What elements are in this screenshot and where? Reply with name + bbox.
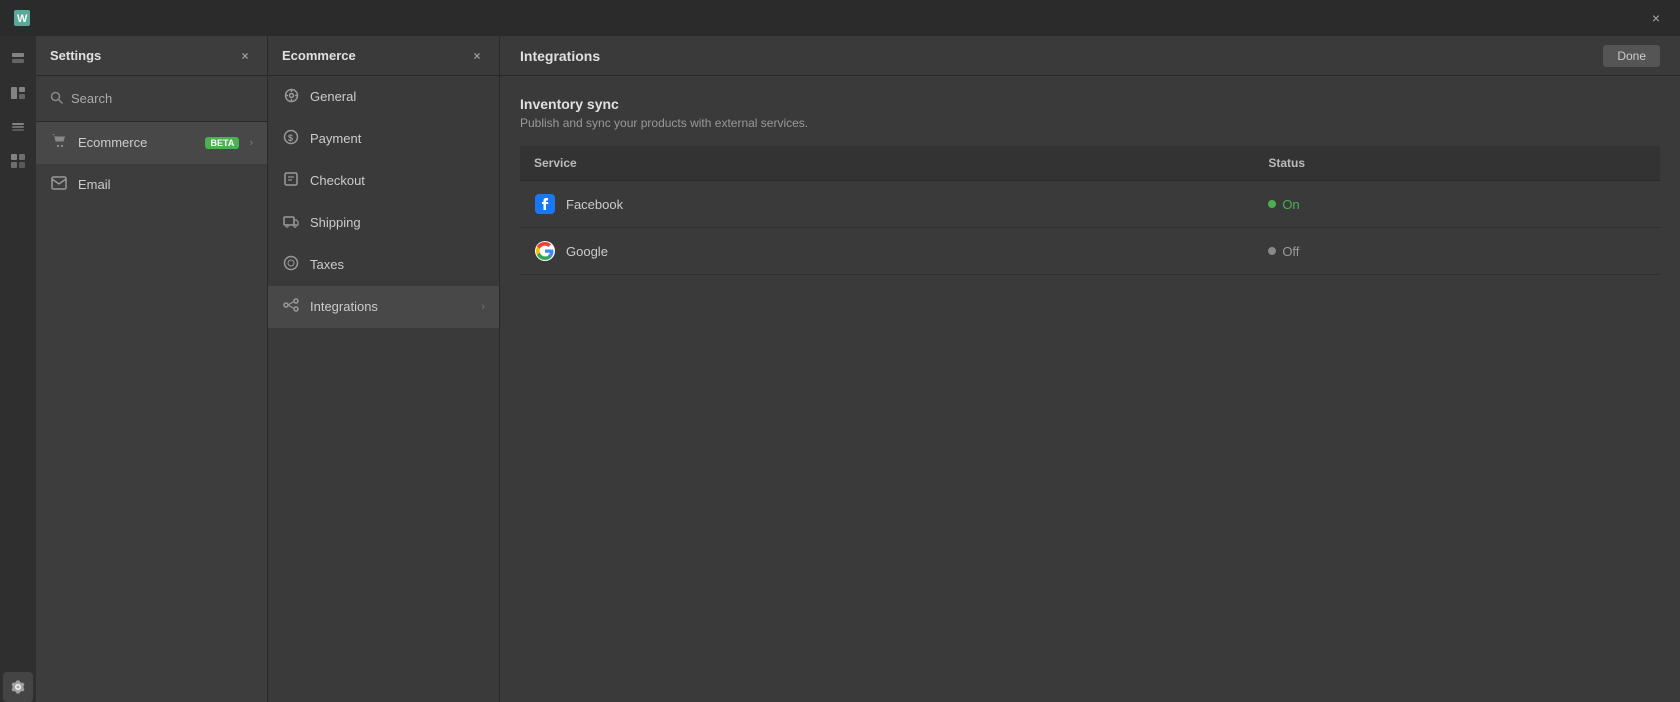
nav-item-general[interactable]: General	[268, 76, 499, 118]
sidebar-item-sections[interactable]	[3, 78, 33, 108]
google-service-cell: Google	[520, 228, 1254, 275]
content-body: Inventory sync Publish and sync your pro…	[500, 76, 1680, 702]
svg-text:$: $	[288, 133, 293, 143]
nav-item-integrations[interactable]: Integrations ›	[268, 286, 499, 328]
table-row[interactable]: Google Off	[520, 228, 1660, 275]
general-label: General	[310, 89, 485, 104]
main-layout: Settings × Search Ecommerce	[0, 36, 1680, 702]
settings-panel-close[interactable]: ×	[237, 48, 253, 64]
sidebar-item-layers[interactable]	[3, 112, 33, 142]
facebook-icon	[534, 193, 556, 215]
checkout-icon	[282, 171, 300, 190]
ecommerce-panel-header: Ecommerce ×	[268, 36, 499, 76]
done-button[interactable]: Done	[1603, 45, 1660, 67]
google-status-label: Off	[1282, 244, 1299, 259]
nav-item-checkout[interactable]: Checkout	[268, 160, 499, 202]
settings-panel: Settings × Search Ecommerce	[36, 36, 268, 702]
facebook-label: Facebook	[566, 197, 623, 212]
general-icon	[282, 88, 300, 106]
window-close-button[interactable]: ×	[1644, 6, 1668, 30]
nav-item-email[interactable]: Email	[36, 164, 267, 206]
ecommerce-panel: Ecommerce × General $	[268, 36, 500, 702]
title-bar: W ×	[0, 0, 1680, 36]
ecommerce-chevron: ›	[249, 137, 253, 149]
section-subtitle: Publish and sync your products with exte…	[520, 116, 1660, 130]
integrations-icon	[282, 297, 300, 316]
payment-icon: $	[282, 129, 300, 148]
sidebar-item-components[interactable]	[3, 146, 33, 176]
icon-sidebar	[0, 36, 36, 702]
integrations-chevron: ›	[481, 301, 485, 313]
shipping-label: Shipping	[310, 215, 485, 230]
main-content: Integrations Done Inventory sync Publish…	[500, 36, 1680, 702]
google-icon	[534, 240, 556, 262]
table-header-row: Service Status	[520, 146, 1660, 181]
sidebar-item-pages[interactable]	[3, 44, 33, 74]
ecommerce-panel-title: Ecommerce	[282, 48, 356, 63]
nav-item-ecommerce[interactable]: Ecommerce BETA ›	[36, 122, 267, 164]
google-status-dot	[1268, 247, 1276, 255]
google-label: Google	[566, 244, 608, 259]
status-column-header: Status	[1254, 146, 1660, 181]
search-icon	[50, 91, 63, 107]
google-status-cell: Off	[1254, 228, 1660, 275]
taxes-label: Taxes	[310, 257, 485, 272]
settings-panel-header: Settings ×	[36, 36, 267, 76]
svg-text:W: W	[17, 13, 28, 25]
facebook-status-dot	[1268, 200, 1276, 208]
content-header: Integrations Done	[500, 36, 1680, 76]
ecommerce-panel-close[interactable]: ×	[469, 48, 485, 64]
facebook-status-label: On	[1282, 197, 1299, 212]
email-label: Email	[78, 177, 253, 192]
app-logo: W	[12, 8, 32, 28]
sidebar-item-settings[interactable]	[3, 672, 33, 702]
content-title: Integrations	[520, 48, 600, 64]
ecommerce-badge: BETA	[205, 137, 239, 149]
nav-item-shipping[interactable]: Shipping	[268, 202, 499, 244]
shipping-icon	[282, 213, 300, 232]
section-title: Inventory sync	[520, 96, 1660, 112]
service-column-header: Service	[520, 146, 1254, 181]
facebook-service-cell: Facebook	[520, 181, 1254, 228]
search-label: Search	[71, 91, 112, 106]
payment-label: Payment	[310, 131, 485, 146]
ecommerce-label: Ecommerce	[78, 135, 195, 150]
facebook-status-cell: On	[1254, 181, 1660, 228]
nav-item-taxes[interactable]: Taxes	[268, 244, 499, 286]
email-icon	[50, 176, 68, 193]
table-row[interactable]: Facebook On	[520, 181, 1660, 228]
taxes-icon	[282, 255, 300, 274]
checkout-label: Checkout	[310, 173, 485, 188]
integrations-table: Service Status	[520, 146, 1660, 275]
nav-item-payment[interactable]: $ Payment	[268, 118, 499, 160]
settings-panel-title: Settings	[50, 48, 101, 63]
ecommerce-icon	[50, 133, 68, 152]
integrations-label: Integrations	[310, 299, 471, 314]
search-bar[interactable]: Search	[36, 76, 267, 122]
